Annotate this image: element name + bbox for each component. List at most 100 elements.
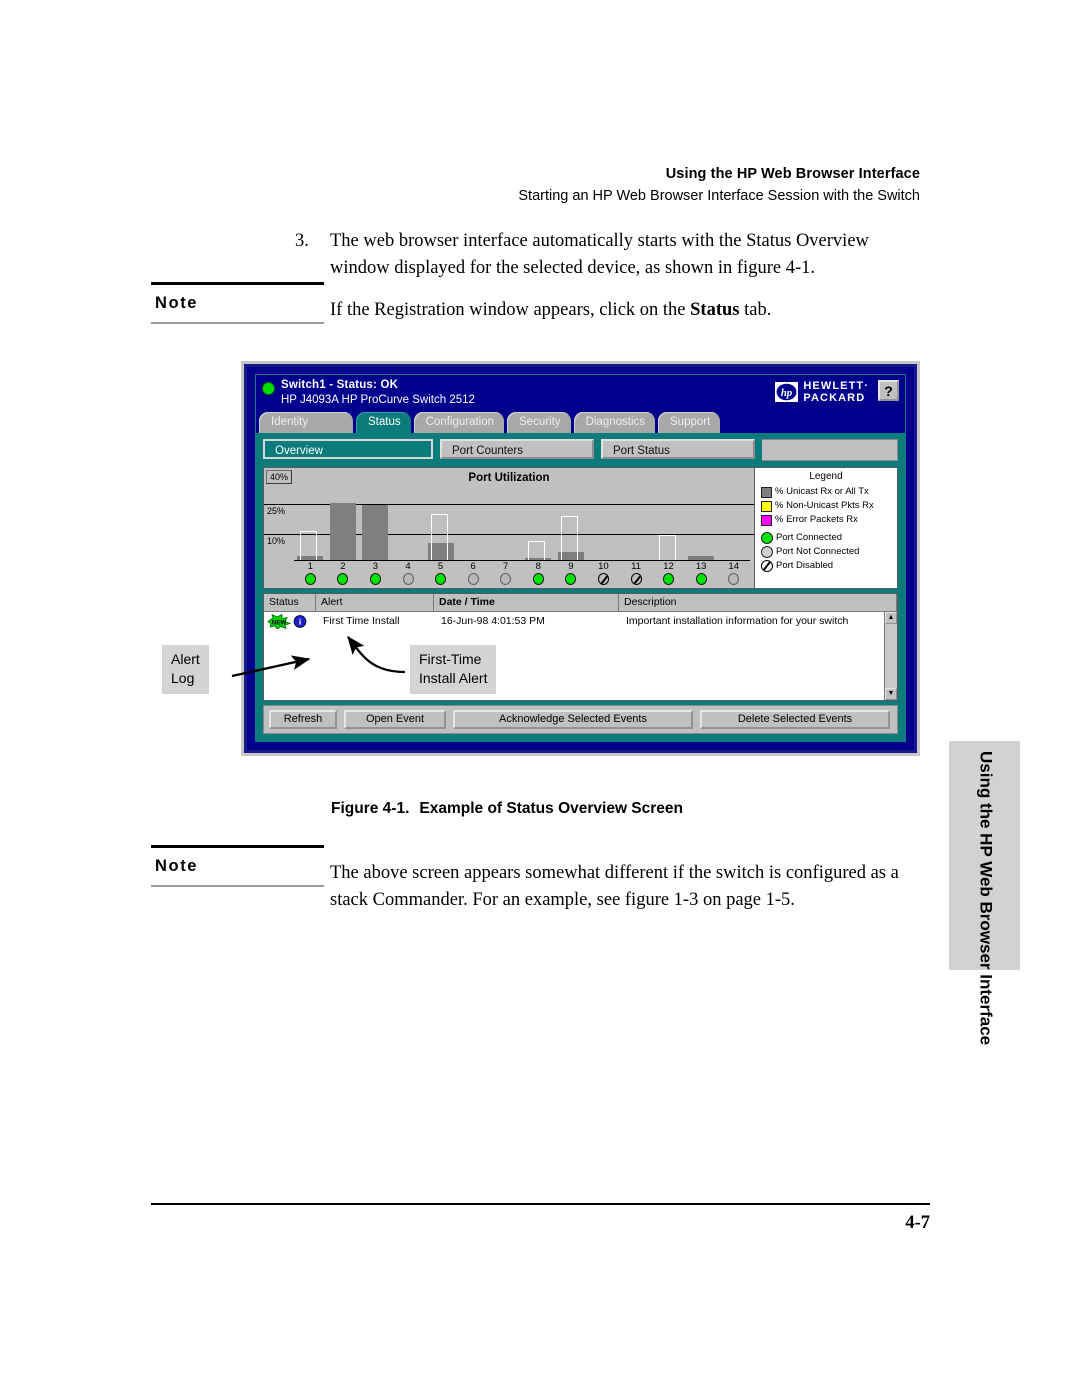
bar-column-port-10: [590, 476, 616, 560]
legend-entry-port-connected: Port Connected: [755, 532, 897, 546]
port-number-label-7: 7: [503, 561, 509, 572]
tab-security[interactable]: Security: [507, 412, 571, 433]
port-cell-8: 8: [525, 561, 551, 585]
open-event-button[interactable]: Open Event: [344, 710, 446, 729]
delete-selected-events-button[interactable]: Delete Selected Events: [700, 710, 890, 729]
footer-rule: [151, 1203, 930, 1205]
svg-text:hp: hp: [781, 388, 793, 400]
legend-entry-non-unicast-pkts-rx: % Non-Unicast Pkts Rx: [755, 500, 897, 514]
legend-label: Port Not Connected: [776, 546, 860, 557]
port-status-connected-icon-12[interactable]: [663, 573, 675, 585]
tab-status[interactable]: Status: [356, 412, 411, 433]
port-cell-2: 2: [330, 561, 356, 585]
column-header-alert[interactable]: Alert: [316, 594, 434, 611]
note-rule-bottom-2: [151, 884, 324, 887]
subtab-port-status[interactable]: Port Status: [601, 439, 755, 459]
scroll-up-icon[interactable]: ▲: [885, 612, 897, 624]
chart-legend: Legend % Unicast Rx or All Tx % Non-Unica…: [755, 468, 897, 588]
subtab-port-counters[interactable]: Port Counters: [440, 439, 594, 459]
legend-entry-port-disabled: Port Disabled: [755, 560, 897, 574]
legend-swatch-square-icon: [761, 514, 772, 526]
alert-table-scrollbar[interactable]: ▲ ▼: [884, 612, 897, 700]
bar-column-port-6: [460, 476, 486, 560]
port-status-disabled-icon-11[interactable]: [630, 573, 642, 585]
hp-wordmark-line1: HEWLETT·: [803, 380, 869, 392]
port-number-label-1: 1: [307, 561, 313, 572]
device-status-line: Switch1 - Status: OK: [281, 379, 399, 391]
hp-emblem-icon: hp: [775, 382, 799, 403]
alert-description-cell: Important installation information for y…: [626, 615, 849, 627]
chart-plot-area: [294, 476, 750, 560]
column-header-date-time[interactable]: Date / Time: [434, 594, 619, 611]
port-status-disabled-icon-10[interactable]: [597, 573, 609, 585]
port-cell-9: 9: [558, 561, 584, 585]
table-row[interactable]: NEW i First Time Install 16-Jun-98 4:01:…: [264, 612, 897, 630]
bar-column-port-7: [493, 476, 519, 560]
callout-alert-log-line2: Log: [171, 669, 195, 686]
port-status-not-connected-icon-7[interactable]: [500, 573, 512, 585]
tab-support[interactable]: Support: [658, 412, 721, 433]
legend-label: % Error Packets Rx: [775, 514, 858, 525]
note-top-text-b: tab.: [739, 300, 772, 320]
legend-label: Port Disabled: [776, 560, 834, 571]
port-cell-10: 10: [590, 561, 616, 585]
port-number-label-3: 3: [372, 561, 379, 572]
port-number-label-14: 14: [728, 561, 739, 572]
port-number-label-4: 4: [405, 561, 411, 572]
alert-action-button-bar: Refresh Open Event Acknowledge Selected Ev…: [263, 705, 898, 734]
bar-peak-marker-port-1: [300, 530, 318, 560]
port-status-connected-icon-1[interactable]: [304, 573, 316, 585]
port-number-label-9: 9: [568, 561, 574, 572]
note-label-2: Note: [155, 856, 199, 875]
tab-configuration[interactable]: Configuration: [413, 412, 505, 433]
column-header-status[interactable]: Status: [264, 594, 316, 611]
port-number-label-8: 8: [535, 561, 541, 572]
port-status-connected-icon-5[interactable]: [435, 573, 447, 585]
sub-tab-bar: Overview Port Counters Port Status: [263, 439, 898, 461]
bar-column-port-8: [525, 476, 552, 560]
bar-unicast-port-2: [329, 503, 356, 560]
callout-first-time-line2: Install Alert: [419, 669, 488, 686]
port-cell-13: 13: [688, 561, 714, 585]
column-header-description[interactable]: Description: [619, 594, 897, 611]
running-head: Using the HP Web Browser Interface Start…: [320, 166, 920, 204]
callout-alert-log: Alert Log: [162, 645, 209, 694]
bar-column-port-14: [721, 476, 747, 560]
note-block-bottom: Note: [151, 845, 324, 887]
bar-column-port-11: [623, 476, 649, 560]
legend-label: % Non-Unicast Pkts Rx: [775, 500, 874, 511]
port-status-connected-icon-9[interactable]: [565, 573, 577, 585]
figure-caption: Figure 4-1. Example of Status Overview Sc…: [331, 800, 683, 818]
port-cell-5: 5: [428, 561, 454, 585]
port-indicator-row: 1 2 3 4 5 6 7 8 9 10 11 12 13 14: [294, 561, 750, 588]
port-status-not-connected-icon-6[interactable]: [467, 573, 479, 585]
note-top-emphasis: Status: [690, 300, 740, 320]
bar-column-port-4: [395, 476, 421, 560]
scroll-down-icon[interactable]: ▼: [885, 688, 897, 700]
port-status-not-connected-icon-14[interactable]: [728, 573, 740, 585]
bar-column-port-13: [688, 476, 715, 560]
help-button[interactable]: ?: [878, 380, 899, 401]
port-status-connected-icon-8[interactable]: [532, 573, 544, 585]
alert-table-header: Status Alert Date / Time Description: [264, 594, 897, 612]
port-number-label-2: 2: [340, 561, 346, 572]
port-status-connected-icon-2[interactable]: [337, 573, 349, 585]
hp-wordmark-line2: PACKARD: [803, 392, 866, 405]
subtab-filler: [762, 439, 898, 461]
tab-identity[interactable]: Identity: [259, 412, 353, 433]
port-cell-14: 14: [721, 561, 747, 585]
subtab-overview[interactable]: Overview: [263, 439, 433, 459]
port-status-connected-icon-3[interactable]: [369, 573, 381, 585]
refresh-button[interactable]: Refresh: [269, 710, 337, 729]
chart-title: Port Utilization: [468, 472, 550, 484]
port-status-not-connected-icon-4[interactable]: [402, 573, 414, 585]
acknowledge-selected-events-button[interactable]: Acknowledge Selected Events: [453, 710, 693, 729]
tab-diagnostics[interactable]: Diagnostics: [573, 412, 656, 433]
port-cell-12: 12: [656, 561, 682, 585]
port-number-label-12: 12: [663, 561, 674, 572]
bar-peak-marker-port-9: [560, 515, 578, 560]
numbered-step-3: 3. The web browser interface automatical…: [295, 228, 930, 283]
port-status-connected-icon-13[interactable]: [695, 573, 707, 585]
port-number-label-10: 10: [598, 561, 609, 572]
legend-swatch-square-icon: [761, 486, 772, 498]
